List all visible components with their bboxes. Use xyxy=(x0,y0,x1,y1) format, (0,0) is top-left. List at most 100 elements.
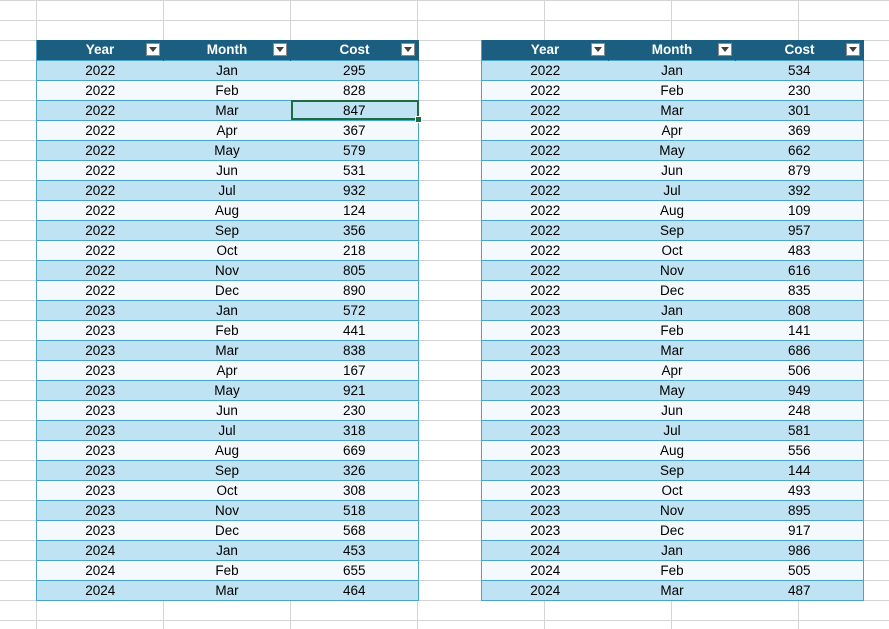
cost-cell[interactable]: 534 xyxy=(735,59,864,81)
month-cell[interactable]: Dec xyxy=(608,519,736,541)
month-cell[interactable]: Mar xyxy=(163,339,291,361)
cost-cell[interactable]: 109 xyxy=(735,199,864,221)
cost-cell[interactable]: 318 xyxy=(290,419,419,441)
year-cell[interactable]: 2022 xyxy=(481,179,609,201)
cost-cell[interactable]: 828 xyxy=(290,79,419,101)
year-cell[interactable]: 2023 xyxy=(481,479,609,501)
cost-cell[interactable]: 308 xyxy=(290,479,419,501)
fill-handle[interactable] xyxy=(414,116,422,123)
cost-cell[interactable]: 367 xyxy=(290,119,419,141)
filter-dropdown-icon[interactable] xyxy=(591,43,605,56)
month-cell[interactable]: Jun xyxy=(608,399,736,421)
cost-cell[interactable]: 167 xyxy=(290,359,419,381)
year-cell[interactable]: 2023 xyxy=(36,439,164,461)
cost-cell[interactable]: 835 xyxy=(735,279,864,301)
year-cell[interactable]: 2022 xyxy=(36,219,164,241)
month-cell[interactable]: May xyxy=(608,139,736,161)
cost-cell[interactable]: 895 xyxy=(735,499,864,521)
year-cell[interactable]: 2024 xyxy=(36,539,164,561)
month-cell[interactable]: Feb xyxy=(163,79,291,101)
year-cell[interactable]: 2022 xyxy=(36,179,164,201)
month-cell[interactable]: Oct xyxy=(608,239,736,261)
year-cell[interactable]: 2023 xyxy=(481,299,609,321)
cost-cell[interactable]: 890 xyxy=(290,279,419,301)
year-cell[interactable]: 2023 xyxy=(481,459,609,481)
cost-cell[interactable]: 518 xyxy=(290,499,419,521)
cost-cell[interactable]: 230 xyxy=(290,399,419,421)
month-cell[interactable]: Aug xyxy=(163,439,291,461)
year-cell[interactable]: 2022 xyxy=(481,199,609,221)
month-cell[interactable]: Aug xyxy=(608,439,736,461)
month-cell[interactable]: Feb xyxy=(163,559,291,581)
cost-cell[interactable]: 531 xyxy=(290,159,419,181)
year-cell[interactable]: 2024 xyxy=(481,559,609,581)
month-cell[interactable]: Jan xyxy=(608,59,736,81)
month-cell[interactable]: Nov xyxy=(163,499,291,521)
month-cell[interactable]: Apr xyxy=(608,119,736,141)
year-cell[interactable]: 2023 xyxy=(36,299,164,321)
month-cell[interactable]: Mar xyxy=(608,99,736,121)
year-cell[interactable]: 2023 xyxy=(36,459,164,481)
month-cell[interactable]: Oct xyxy=(608,479,736,501)
selected-cell[interactable]: 847 xyxy=(290,99,419,121)
year-cell[interactable]: 2023 xyxy=(481,339,609,361)
month-cell[interactable]: Jan xyxy=(163,539,291,561)
month-cell[interactable]: Jul xyxy=(163,419,291,441)
month-cell[interactable]: Mar xyxy=(163,579,291,601)
month-cell[interactable]: Jul xyxy=(608,419,736,441)
year-cell[interactable]: 2022 xyxy=(36,239,164,261)
cost-cell[interactable]: 144 xyxy=(735,459,864,481)
cost-cell[interactable]: 218 xyxy=(290,239,419,261)
year-cell[interactable]: 2022 xyxy=(36,279,164,301)
year-cell[interactable]: 2023 xyxy=(481,519,609,541)
month-cell[interactable]: Feb xyxy=(608,559,736,581)
year-cell[interactable]: 2023 xyxy=(481,439,609,461)
year-cell[interactable]: 2022 xyxy=(481,259,609,281)
year-cell[interactable]: 2023 xyxy=(36,399,164,421)
cost-cell[interactable]: 124 xyxy=(290,199,419,221)
year-cell[interactable]: 2022 xyxy=(36,119,164,141)
month-cell[interactable]: Mar xyxy=(608,579,736,601)
month-cell[interactable]: Nov xyxy=(163,259,291,281)
cost-cell[interactable]: 616 xyxy=(735,259,864,281)
cost-cell[interactable]: 556 xyxy=(735,439,864,461)
month-cell[interactable]: Feb xyxy=(163,319,291,341)
month-cell[interactable]: Mar xyxy=(163,99,291,121)
year-cell[interactable]: 2022 xyxy=(36,139,164,161)
year-cell[interactable]: 2023 xyxy=(36,339,164,361)
cost-cell[interactable]: 838 xyxy=(290,339,419,361)
year-cell[interactable]: 2022 xyxy=(481,279,609,301)
month-cell[interactable]: Sep xyxy=(163,219,291,241)
cost-cell[interactable]: 805 xyxy=(290,259,419,281)
month-cell[interactable]: Jan xyxy=(163,299,291,321)
year-cell[interactable]: 2022 xyxy=(36,199,164,221)
month-cell[interactable]: Nov xyxy=(608,499,736,521)
year-cell[interactable]: 2023 xyxy=(36,319,164,341)
year-cell[interactable]: 2022 xyxy=(36,59,164,81)
cost-cell[interactable]: 669 xyxy=(290,439,419,461)
month-cell[interactable]: May xyxy=(608,379,736,401)
column-header-year[interactable]: Year xyxy=(36,40,164,60)
month-cell[interactable]: Aug xyxy=(608,199,736,221)
month-cell[interactable]: Sep xyxy=(608,459,736,481)
year-cell[interactable]: 2022 xyxy=(481,119,609,141)
month-cell[interactable]: Oct xyxy=(163,479,291,501)
year-cell[interactable]: 2022 xyxy=(481,239,609,261)
month-cell[interactable]: Sep xyxy=(608,219,736,241)
year-cell[interactable]: 2023 xyxy=(481,399,609,421)
column-header-cost[interactable]: Cost xyxy=(735,40,864,60)
year-cell[interactable]: 2023 xyxy=(481,419,609,441)
column-header-year[interactable]: Year xyxy=(481,40,609,60)
cost-cell[interactable]: 487 xyxy=(735,579,864,601)
year-cell[interactable]: 2024 xyxy=(36,579,164,601)
cost-cell[interactable]: 808 xyxy=(735,299,864,321)
year-cell[interactable]: 2023 xyxy=(36,359,164,381)
month-cell[interactable]: Apr xyxy=(608,359,736,381)
cost-cell[interactable]: 568 xyxy=(290,519,419,541)
year-cell[interactable]: 2022 xyxy=(36,259,164,281)
cost-cell[interactable]: 230 xyxy=(735,79,864,101)
month-cell[interactable]: Dec xyxy=(163,519,291,541)
year-cell[interactable]: 2023 xyxy=(36,519,164,541)
filter-dropdown-icon[interactable] xyxy=(846,43,860,56)
year-cell[interactable]: 2022 xyxy=(481,159,609,181)
